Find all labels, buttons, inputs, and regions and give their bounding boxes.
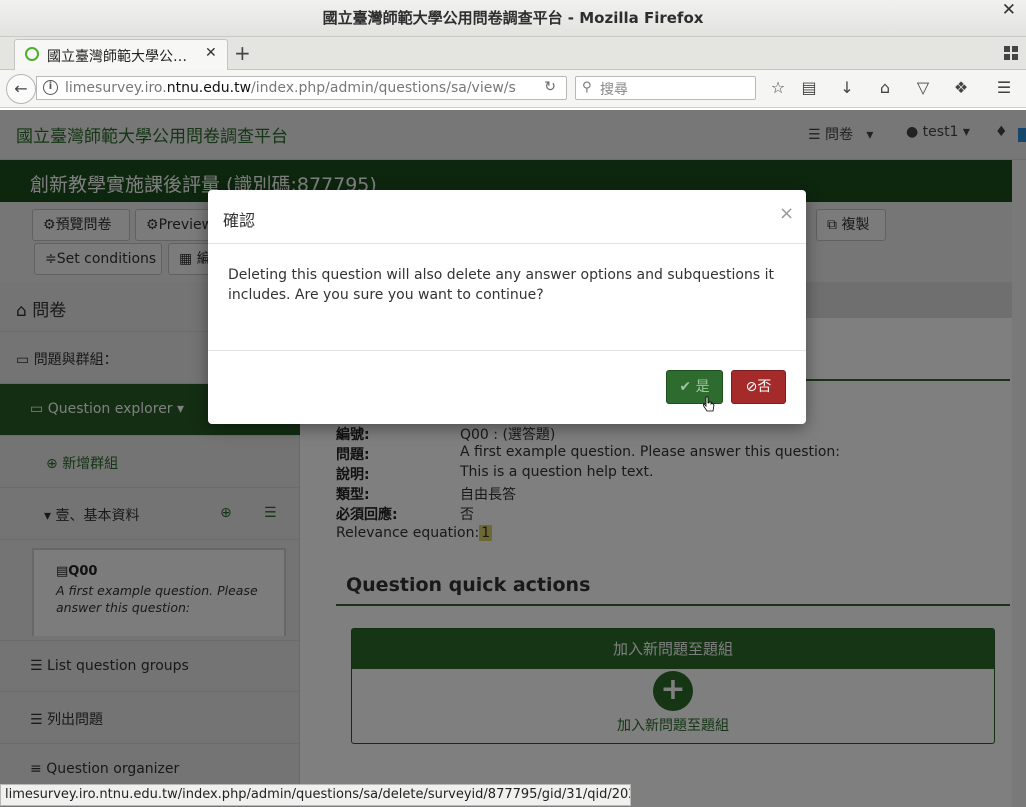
dialog-message: Deleting this question will also delete … xyxy=(228,267,774,303)
sync-icon[interactable]: ❖ xyxy=(950,78,972,97)
mouse-cursor-icon xyxy=(703,396,715,412)
tab-list-icon[interactable] xyxy=(1004,46,1018,60)
tab-close-button[interactable]: ✕ xyxy=(205,45,217,61)
home-icon[interactable]: ⌂ xyxy=(874,78,896,97)
search-icon: ⚲ xyxy=(582,80,592,95)
close-icon[interactable]: × xyxy=(779,203,794,224)
window-titlebar: 國立臺灣師範大學公用問卷調查平台 - Mozilla Firefox xyxy=(0,0,1026,37)
reading-list-icon[interactable]: ▤ xyxy=(798,78,820,97)
new-tab-button[interactable]: + xyxy=(234,41,251,65)
pocket-icon[interactable]: ▽ xyxy=(912,78,934,97)
url-text[interactable]: limesurvey.iro.ntnu.edu.tw/index.php/adm… xyxy=(65,80,515,96)
window-close-button[interactable]: ✕ xyxy=(1002,0,1016,20)
check-icon: ✔ xyxy=(679,379,696,395)
search-input[interactable]: ⚲ 搜尋 xyxy=(575,76,756,100)
window-title: 國立臺灣師範大學公用問卷調查平台 - Mozilla Firefox xyxy=(322,9,704,27)
browser-tab[interactable]: 國立臺灣師範大學公… ✕ xyxy=(14,39,228,70)
divider xyxy=(208,350,806,351)
download-icon[interactable]: ↓ xyxy=(836,78,858,97)
url-bar[interactable]: i limesurvey.iro.ntnu.edu.tw/index.php/a… xyxy=(36,76,567,100)
status-bar: limesurvey.iro.ntnu.edu.tw/index.php/adm… xyxy=(0,784,631,806)
reload-icon[interactable]: ↻ xyxy=(544,79,556,95)
favicon-icon xyxy=(25,47,39,61)
confirm-dialog: 確認 × Deleting this question will also de… xyxy=(208,190,806,424)
search-placeholder: 搜尋 xyxy=(600,82,628,98)
confirm-no-button[interactable]: ⊘否 xyxy=(731,370,786,404)
dialog-title: 確認 xyxy=(223,211,256,230)
tab-title: 國立臺灣師範大學公… xyxy=(47,49,187,65)
ban-icon: ⊘ xyxy=(745,379,758,395)
info-icon[interactable]: i xyxy=(43,80,58,95)
divider xyxy=(208,243,806,244)
bookmark-star-icon[interactable]: ☆ xyxy=(767,78,789,97)
back-button[interactable]: ← xyxy=(6,74,36,104)
hamburger-menu-icon[interactable]: ☰ xyxy=(993,78,1015,97)
